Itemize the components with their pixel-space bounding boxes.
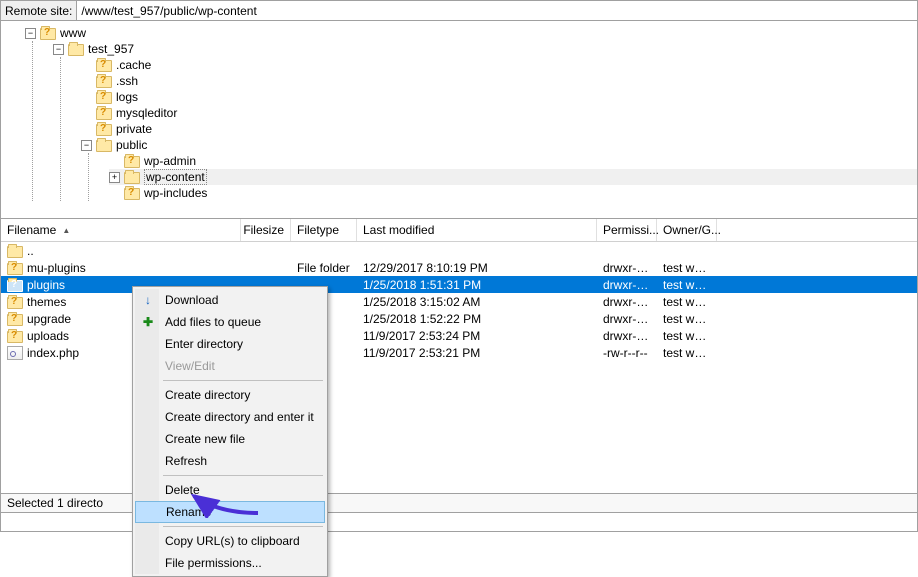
- remote-site-label: Remote site:: [1, 1, 77, 20]
- collapse-icon[interactable]: −: [25, 28, 36, 39]
- col-filesize[interactable]: Filesize: [241, 219, 291, 241]
- file-row[interactable]: ..: [1, 242, 917, 259]
- remote-path-input[interactable]: [77, 1, 917, 20]
- folder-icon: ?: [7, 329, 23, 343]
- cell-perm: -rw-r--r--: [597, 346, 657, 360]
- cell-perm: drwxr-xr-x: [597, 278, 657, 292]
- tree-item-cache[interactable]: ? .cache: [81, 57, 917, 73]
- tree-item-ssh[interactable]: ? .ssh: [81, 73, 917, 89]
- menu-refresh[interactable]: Refresh: [135, 450, 325, 472]
- folder-icon: ?: [7, 295, 23, 309]
- cell-perm: drwxr-xr-x: [597, 261, 657, 275]
- cell-modified: 1/25/2018 1:52:22 PM: [357, 312, 597, 326]
- cell-perm: drwxr-xr-x: [597, 329, 657, 343]
- directory-tree[interactable]: − ? www − test_957 ? .cache: [0, 21, 918, 219]
- menu-file-permissions[interactable]: File permissions...: [135, 552, 325, 574]
- folder-icon: ?: [96, 74, 112, 88]
- menu-separator: [163, 380, 323, 381]
- col-filename[interactable]: Filename▲: [1, 219, 241, 241]
- tree-item-test957[interactable]: − test_957: [53, 41, 917, 57]
- cell-owner: test ww...: [657, 261, 717, 275]
- menu-copy-url[interactable]: Copy URL(s) to clipboard: [135, 530, 325, 552]
- file-row[interactable]: ? mu-plugins File folder12/29/2017 8:10:19…: [1, 259, 917, 276]
- cell-perm: drwxr-xr-x: [597, 312, 657, 326]
- tree-item-wpincludes[interactable]: ? wp-includes: [109, 185, 917, 201]
- file-name: index.php: [27, 346, 79, 360]
- folder-icon: [96, 138, 112, 152]
- folder-icon: ?: [96, 122, 112, 136]
- menu-new-file[interactable]: Create new file: [135, 428, 325, 450]
- cell-modified: 1/25/2018 1:51:31 PM: [357, 278, 597, 292]
- folder-icon: ?: [96, 106, 112, 120]
- tree-item-mysqleditor[interactable]: ? mysqleditor: [81, 105, 917, 121]
- file-name: upgrade: [27, 312, 71, 326]
- menu-view-edit: View/Edit: [135, 355, 325, 377]
- folder-icon: ?: [7, 278, 23, 292]
- folder-icon: ?: [7, 312, 23, 326]
- folder-icon: [68, 42, 84, 56]
- menu-add-queue[interactable]: ✚ Add files to queue: [135, 311, 325, 333]
- download-icon: ↓: [140, 292, 156, 308]
- cell-filetype: File folder: [291, 261, 357, 275]
- col-modified[interactable]: Last modified: [357, 219, 597, 241]
- cell-owner: test ww...: [657, 295, 717, 309]
- collapse-icon[interactable]: −: [81, 140, 92, 151]
- menu-download[interactable]: ↓ Download: [135, 289, 325, 311]
- file-name: ..: [27, 244, 34, 258]
- menu-rename[interactable]: Rename: [135, 501, 325, 523]
- col-owner[interactable]: Owner/G...: [657, 219, 717, 241]
- menu-separator: [163, 526, 323, 527]
- menu-create-dir[interactable]: Create directory: [135, 384, 325, 406]
- collapse-icon[interactable]: −: [53, 44, 64, 55]
- folder-icon: ?: [40, 26, 56, 40]
- folder-icon: ?: [7, 261, 23, 275]
- cell-owner: test ww...: [657, 278, 717, 292]
- file-name: uploads: [27, 329, 69, 343]
- folder-icon: [7, 244, 23, 258]
- tree-item-private[interactable]: ? private: [81, 121, 917, 137]
- col-permissions[interactable]: Permissi...: [597, 219, 657, 241]
- file-name: mu-plugins: [27, 261, 86, 275]
- cell-owner: test ww...: [657, 346, 717, 360]
- sort-asc-icon: ▲: [62, 226, 70, 235]
- file-name: themes: [27, 295, 66, 309]
- file-name: plugins: [27, 278, 65, 292]
- menu-create-dir-enter[interactable]: Create directory and enter it: [135, 406, 325, 428]
- cell-perm: drwxr-xr-x: [597, 295, 657, 309]
- remote-site-bar: Remote site:: [0, 0, 918, 21]
- tree-item-wpadmin[interactable]: ? wp-admin: [109, 153, 917, 169]
- tree-item-www[interactable]: − ? www: [25, 25, 917, 41]
- menu-enter-dir[interactable]: Enter directory: [135, 333, 325, 355]
- folder-icon: [124, 170, 140, 184]
- folder-icon: ?: [124, 154, 140, 168]
- context-menu: ↓ Download ✚ Add files to queue Enter di…: [132, 286, 328, 577]
- menu-separator: [163, 475, 323, 476]
- cell-modified: 11/9/2017 2:53:21 PM: [357, 346, 597, 360]
- tree-item-public[interactable]: − public: [81, 137, 917, 153]
- add-icon: ✚: [140, 314, 156, 330]
- cell-modified: 11/9/2017 2:53:24 PM: [357, 329, 597, 343]
- expand-icon[interactable]: +: [109, 172, 120, 183]
- menu-delete[interactable]: Delete: [135, 479, 325, 501]
- col-filetype[interactable]: Filetype: [291, 219, 357, 241]
- tree-item-wpcontent[interactable]: + wp-content: [109, 169, 917, 185]
- cell-modified: 1/25/2018 3:15:02 AM: [357, 295, 597, 309]
- cell-owner: test ww...: [657, 329, 717, 343]
- cell-owner: test ww...: [657, 312, 717, 326]
- php-file-icon: [7, 346, 23, 360]
- tree-item-logs[interactable]: ? logs: [81, 89, 917, 105]
- file-list-header: Filename▲ Filesize Filetype Last modifie…: [1, 219, 917, 242]
- folder-icon: ?: [124, 186, 140, 200]
- folder-icon: ?: [96, 90, 112, 104]
- folder-icon: ?: [96, 58, 112, 72]
- cell-modified: 12/29/2017 8:10:19 PM: [357, 261, 597, 275]
